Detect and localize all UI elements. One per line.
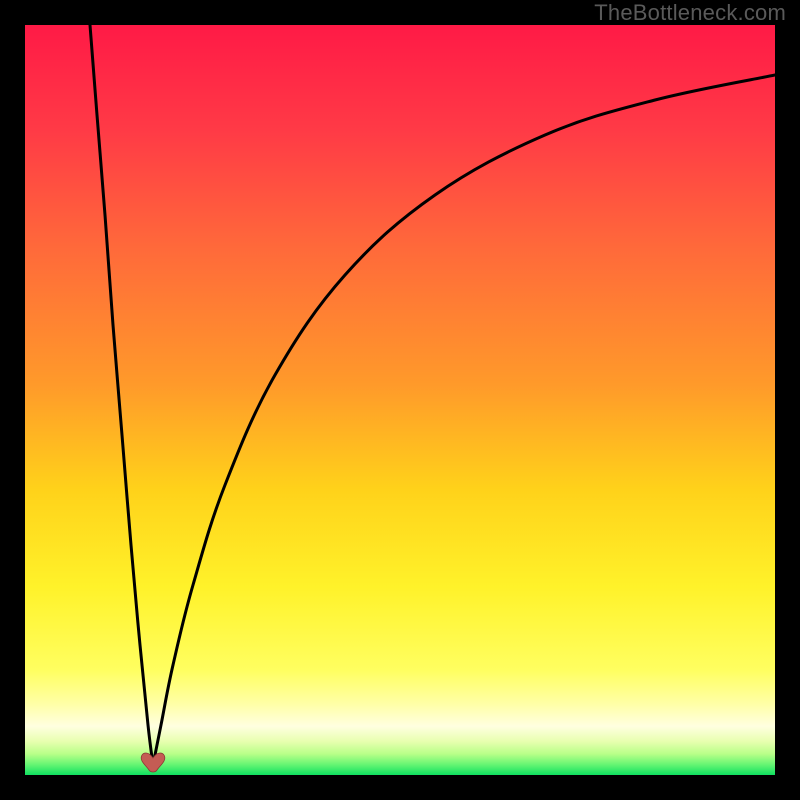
heart-icon — [139, 749, 167, 773]
curve-layer — [25, 25, 775, 775]
vertex-marker — [139, 749, 167, 773]
curve-left-branch — [90, 25, 153, 765]
watermark-text: TheBottleneck.com — [594, 0, 786, 26]
chart-frame: TheBottleneck.com — [0, 0, 800, 800]
curve-right-branch — [153, 75, 775, 765]
plot-area — [25, 25, 775, 775]
